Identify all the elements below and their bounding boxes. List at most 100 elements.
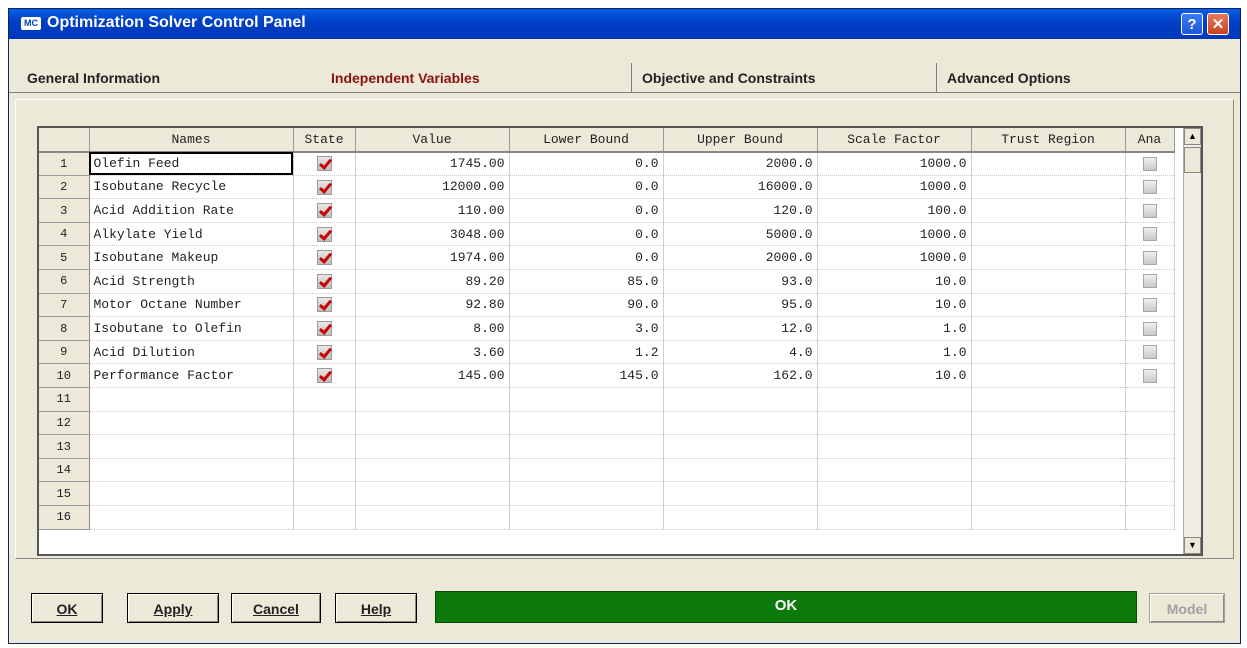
cell-state[interactable] bbox=[293, 363, 356, 389]
column-header-upper-bound[interactable]: Upper Bound bbox=[663, 128, 818, 153]
cell-trust-region[interactable] bbox=[971, 387, 1126, 412]
cell-upper-bound[interactable] bbox=[663, 411, 818, 436]
cancel-button[interactable]: Cancel bbox=[231, 593, 321, 623]
tab-independent-variables[interactable]: Independent Variables bbox=[321, 63, 631, 93]
cell-ana[interactable] bbox=[1125, 293, 1175, 318]
cell-ana[interactable] bbox=[1125, 481, 1175, 506]
cell-scale-factor[interactable]: 100.0 bbox=[817, 198, 972, 223]
row-number[interactable]: 1 bbox=[39, 151, 90, 176]
cell-upper-bound[interactable] bbox=[663, 458, 818, 483]
cell-value[interactable]: 92.80 bbox=[355, 293, 510, 318]
ana-checkbox-icon[interactable] bbox=[1142, 156, 1157, 171]
state-checkbox-icon[interactable] bbox=[316, 273, 332, 289]
cell-ana[interactable] bbox=[1125, 151, 1175, 176]
row-number[interactable]: 7 bbox=[39, 293, 90, 318]
row-number[interactable]: 10 bbox=[39, 363, 90, 389]
ana-checkbox-icon[interactable] bbox=[1142, 180, 1157, 195]
cell-value[interactable] bbox=[355, 458, 510, 483]
cell-state[interactable] bbox=[293, 458, 356, 483]
cell-trust-region[interactable] bbox=[971, 411, 1126, 436]
row-number[interactable]: 4 bbox=[39, 222, 90, 247]
table-row[interactable]: 16 bbox=[39, 505, 1175, 530]
ana-checkbox-icon[interactable] bbox=[1142, 250, 1157, 265]
cell-upper-bound[interactable]: 5000.0 bbox=[663, 222, 818, 247]
row-number[interactable]: 5 bbox=[39, 245, 90, 271]
cell-scale-factor[interactable] bbox=[817, 387, 972, 412]
state-checkbox-icon[interactable] bbox=[316, 297, 332, 313]
cell-lower-bound[interactable]: 3.0 bbox=[509, 316, 664, 341]
cell-state[interactable] bbox=[293, 151, 356, 176]
row-number[interactable]: 15 bbox=[39, 481, 90, 506]
cell-name[interactable]: Motor Octane Number bbox=[89, 293, 294, 318]
cell-ana[interactable] bbox=[1125, 245, 1175, 271]
table-row[interactable]: 13 bbox=[39, 434, 1175, 459]
cell-name[interactable]: Acid Strength bbox=[89, 269, 294, 294]
cell-upper-bound[interactable] bbox=[663, 481, 818, 506]
close-button[interactable]: ✕ bbox=[1207, 13, 1229, 35]
ana-checkbox-icon[interactable] bbox=[1142, 227, 1157, 242]
cell-trust-region[interactable] bbox=[971, 245, 1126, 271]
cell-lower-bound[interactable] bbox=[509, 387, 664, 412]
cell-trust-region[interactable] bbox=[971, 293, 1126, 318]
table-row[interactable]: 8 Isobutane to Olefin 8.00 3.0 12.0 1.0 bbox=[39, 316, 1175, 341]
table-row[interactable]: 2 Isobutane Recycle 12000.00 0.0 16000.0 1000… bbox=[39, 175, 1175, 200]
table-row[interactable]: 9 Acid Dilution 3.60 1.2 4.0 1.0 bbox=[39, 340, 1175, 365]
cell-ana[interactable] bbox=[1125, 175, 1175, 200]
cell-scale-factor[interactable]: 1000.0 bbox=[817, 175, 972, 200]
state-checkbox-icon[interactable] bbox=[316, 156, 332, 172]
cell-upper-bound[interactable]: 95.0 bbox=[663, 293, 818, 318]
row-number[interactable]: 3 bbox=[39, 198, 90, 223]
cell-upper-bound[interactable]: 120.0 bbox=[663, 198, 818, 223]
cell-value[interactable] bbox=[355, 387, 510, 412]
cell-lower-bound[interactable]: 90.0 bbox=[509, 293, 664, 318]
cell-name[interactable] bbox=[89, 434, 294, 459]
cell-ana[interactable] bbox=[1125, 340, 1175, 365]
cell-scale-factor[interactable]: 10.0 bbox=[817, 293, 972, 318]
cell-ana[interactable] bbox=[1125, 411, 1175, 436]
cell-lower-bound[interactable] bbox=[509, 481, 664, 506]
table-row[interactable]: 10 Performance Factor 145.00 145.0 162.0 10.0 bbox=[39, 363, 1175, 389]
cell-name[interactable] bbox=[89, 505, 294, 530]
row-number[interactable]: 16 bbox=[39, 505, 90, 530]
cell-lower-bound[interactable] bbox=[509, 411, 664, 436]
help-title-button[interactable]: ? bbox=[1181, 13, 1203, 35]
cell-state[interactable] bbox=[293, 293, 356, 318]
cell-lower-bound[interactable] bbox=[509, 458, 664, 483]
cell-ana[interactable] bbox=[1125, 316, 1175, 341]
cell-ana[interactable] bbox=[1125, 505, 1175, 530]
cell-ana[interactable] bbox=[1125, 222, 1175, 247]
cell-name[interactable] bbox=[89, 481, 294, 506]
cell-trust-region[interactable] bbox=[971, 269, 1126, 294]
column-header-state[interactable]: State bbox=[293, 128, 356, 153]
state-checkbox-icon[interactable] bbox=[316, 344, 332, 360]
cell-scale-factor[interactable] bbox=[817, 411, 972, 436]
cell-scale-factor[interactable]: 10.0 bbox=[817, 269, 972, 294]
cell-trust-region[interactable] bbox=[971, 198, 1126, 223]
row-number[interactable]: 11 bbox=[39, 387, 90, 412]
cell-trust-region[interactable] bbox=[971, 316, 1126, 341]
help-button[interactable]: Help bbox=[335, 593, 417, 623]
state-checkbox-icon[interactable] bbox=[316, 226, 332, 242]
row-number[interactable]: 6 bbox=[39, 269, 90, 294]
cell-scale-factor[interactable]: 1000.0 bbox=[817, 245, 972, 271]
state-checkbox-icon[interactable] bbox=[316, 179, 332, 195]
cell-upper-bound[interactable]: 16000.0 bbox=[663, 175, 818, 200]
cell-name[interactable]: Acid Dilution bbox=[89, 340, 294, 365]
cell-value[interactable]: 1974.00 bbox=[355, 245, 510, 271]
apply-button[interactable]: Apply bbox=[127, 593, 219, 623]
cell-ana[interactable] bbox=[1125, 434, 1175, 459]
cell-scale-factor[interactable] bbox=[817, 434, 972, 459]
cell-name[interactable] bbox=[89, 411, 294, 436]
cell-upper-bound[interactable] bbox=[663, 505, 818, 530]
cell-upper-bound[interactable]: 4.0 bbox=[663, 340, 818, 365]
cell-scale-factor[interactable] bbox=[817, 505, 972, 530]
tab-general-information[interactable]: General Information bbox=[17, 63, 317, 93]
cell-scale-factor[interactable]: 1000.0 bbox=[817, 222, 972, 247]
cell-name[interactable] bbox=[89, 458, 294, 483]
cell-ana[interactable] bbox=[1125, 198, 1175, 223]
ana-checkbox-icon[interactable] bbox=[1142, 298, 1157, 313]
tab-advanced-options[interactable]: Advanced Options bbox=[936, 63, 1236, 93]
cell-value[interactable]: 145.00 bbox=[355, 363, 510, 389]
row-number[interactable]: 12 bbox=[39, 411, 90, 436]
cell-scale-factor[interactable]: 1.0 bbox=[817, 340, 972, 365]
